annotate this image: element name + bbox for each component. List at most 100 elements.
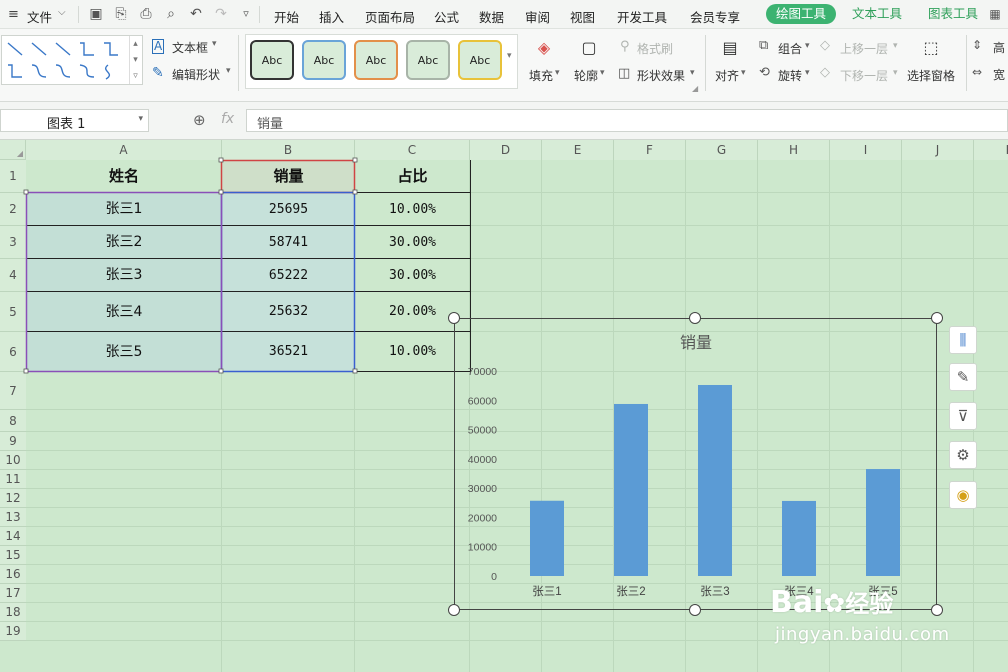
rotate-button[interactable]: 旋转 [778, 67, 802, 84]
chart-elements-icon[interactable]: ⫼ [949, 326, 977, 354]
export-pdf-icon[interactable]: ⎘ [112, 5, 130, 23]
selection-pane-button[interactable]: 选择窗格 [907, 67, 955, 84]
y-tick-label: 40000 [468, 454, 497, 466]
name-box[interactable]: 图表 1 ▾ [0, 109, 149, 132]
selection-pane-icon: ⬚ [923, 38, 939, 57]
y-tick-label: 50000 [468, 425, 497, 437]
edit-shape-button[interactable]: 编辑形状 [172, 66, 220, 83]
outline-button[interactable]: 轮廓 [574, 67, 598, 84]
zoom-search-icon[interactable]: ⊕ [193, 111, 206, 129]
table-cell[interactable]: 张三3 [26, 259, 222, 292]
bar-chart[interactable]: 销量 0 10000 20000 30000 40000 50000 60000 70000 张三… [454, 318, 937, 610]
chart-style-brush-icon[interactable]: ✎ [949, 363, 977, 391]
menu-home[interactable]: 开始 [274, 7, 299, 26]
hamburger-icon[interactable]: ≡ [8, 7, 19, 22]
tab-text-tools[interactable]: 文本工具 [842, 4, 912, 24]
resize-handle-tr[interactable] [931, 312, 943, 324]
save-icon[interactable]: ▣ [87, 5, 105, 23]
menu-page-layout[interactable]: 页面布局 [365, 7, 415, 26]
bring-forward-icon: ◇ [820, 38, 830, 53]
fx-icon[interactable]: fx [221, 111, 234, 127]
undo-icon[interactable]: ↶ [187, 5, 205, 23]
y-tick-label: 30000 [468, 483, 497, 495]
shape-style-1[interactable]: Abc [250, 40, 294, 80]
group-button[interactable]: 组合 [778, 40, 802, 57]
menu-member[interactable]: 会员专享 [690, 7, 740, 26]
watermark-suffix: 经验 [845, 590, 894, 618]
gallery-scroll[interactable]: ▴ ▾ ▿ [129, 36, 141, 84]
tab-drawing-tools[interactable]: 绘图工具 [766, 4, 837, 24]
align-button[interactable]: 对齐 [715, 67, 739, 84]
customize-toolbar-icon[interactable]: ▿ [237, 5, 255, 23]
print-preview-icon[interactable]: ⌕ [162, 5, 180, 23]
header-cell[interactable]: 姓名 [26, 160, 222, 193]
x-tick-label: 张三1 [532, 585, 561, 598]
y-tick-label: 60000 [468, 395, 497, 407]
header-cell[interactable]: 占比 [355, 160, 470, 193]
file-menu[interactable]: 文件 [27, 7, 52, 26]
bring-forward-button[interactable]: 上移一层 [840, 40, 888, 57]
chart-settings-gear-icon[interactable]: ⚙ [949, 441, 977, 469]
resize-handle-b[interactable] [689, 604, 701, 616]
resize-handle-tl[interactable] [448, 312, 460, 324]
redo-icon[interactable]: ↷ [212, 5, 230, 23]
resize-handle-bl[interactable] [448, 604, 460, 616]
table-cell[interactable]: 10.00% [355, 193, 470, 226]
table-cell[interactable]: 张三4 [26, 292, 222, 332]
table-cell[interactable]: 张三2 [26, 226, 222, 259]
table-cell[interactable]: 张三1 [26, 193, 222, 226]
menu-formulas[interactable]: 公式 [434, 7, 459, 26]
shape-style-2[interactable]: Abc [302, 40, 346, 80]
textbox-icon: A [152, 39, 165, 54]
ribbon-toolbar: ▴ ▾ ▿ A 文本框 ▾ ✎ 编辑形状 ▾ Abc Abc Abc Abc Abc… [0, 29, 1008, 102]
table-cell[interactable]: 36521 [222, 332, 355, 372]
print-icon[interactable]: ⎙ [137, 5, 155, 23]
table-cell[interactable]: 58741 [222, 226, 355, 259]
x-tick-label: 张三2 [616, 585, 645, 598]
table-cell[interactable]: 30.00% [355, 226, 470, 259]
shape-style-4[interactable]: Abc [406, 40, 450, 80]
chevron-down-icon[interactable]: ▾ [138, 114, 143, 124]
menu-view[interactable]: 视图 [570, 7, 595, 26]
send-backward-button[interactable]: 下移一层 [840, 67, 888, 84]
resize-handle-br[interactable] [931, 604, 943, 616]
name-box-value: 图表 1 [47, 117, 86, 132]
watermark-logo: Bai✿经验 [770, 584, 893, 620]
format-painter-button[interactable]: 格式刷 [637, 40, 673, 57]
table-cell[interactable]: 张三5 [26, 332, 222, 372]
table-cell[interactable]: 25695 [222, 193, 355, 226]
table-cell[interactable]: 25632 [222, 292, 355, 332]
width-field-label[interactable]: 宽 [993, 66, 1005, 83]
menu-insert[interactable]: 插入 [319, 7, 344, 26]
watermark-url: jingyan.baidu.com [775, 624, 950, 645]
shape-effects-button[interactable]: 形状效果 [637, 67, 685, 84]
chart-filter-icon[interactable]: ⊽ [949, 402, 977, 430]
shape-style-3[interactable]: Abc [354, 40, 398, 80]
table-cell[interactable]: 65222 [222, 259, 355, 292]
height-field-label[interactable]: 高 [993, 39, 1005, 56]
search-icon[interactable]: ▦ [986, 5, 1004, 23]
formula-input[interactable]: 销量 [246, 109, 1008, 132]
tab-chart-tools[interactable]: 图表工具 [918, 4, 988, 24]
fill-button[interactable]: 填充 [529, 67, 553, 84]
shape-gallery[interactable]: ▴ ▾ ▿ [1, 35, 143, 85]
bar-4 [782, 500, 816, 576]
chevron-down-icon[interactable]: ⌵ [58, 7, 66, 18]
menu-developer[interactable]: 开发工具 [617, 7, 667, 26]
menu-review[interactable]: 审阅 [525, 7, 550, 26]
formula-bar: 图表 1 ▾ ⊕ fx 销量 [0, 102, 1008, 140]
chart-plot: 销量 0 10000 20000 30000 40000 50000 60000 70000 张三… [468, 334, 900, 598]
menu-data[interactable]: 数据 [479, 7, 504, 26]
textbox-button[interactable]: 文本框 [172, 39, 208, 56]
bar-5 [866, 469, 900, 576]
dialog-launcher-icon[interactable]: ◢ [692, 84, 698, 93]
fill-icon: ◈ [537, 38, 551, 57]
x-tick-label: 张三3 [700, 585, 729, 598]
table-cell[interactable]: 10.00% [355, 332, 470, 372]
resize-handle-t[interactable] [689, 312, 701, 324]
table-cell[interactable]: 30.00% [355, 259, 470, 292]
header-cell[interactable]: 销量 [222, 160, 355, 193]
style-gallery-expand[interactable]: ▾ [507, 51, 512, 61]
shape-style-5[interactable]: Abc [458, 40, 502, 80]
chart-tips-bulb-icon[interactable]: ◉ [949, 481, 977, 509]
